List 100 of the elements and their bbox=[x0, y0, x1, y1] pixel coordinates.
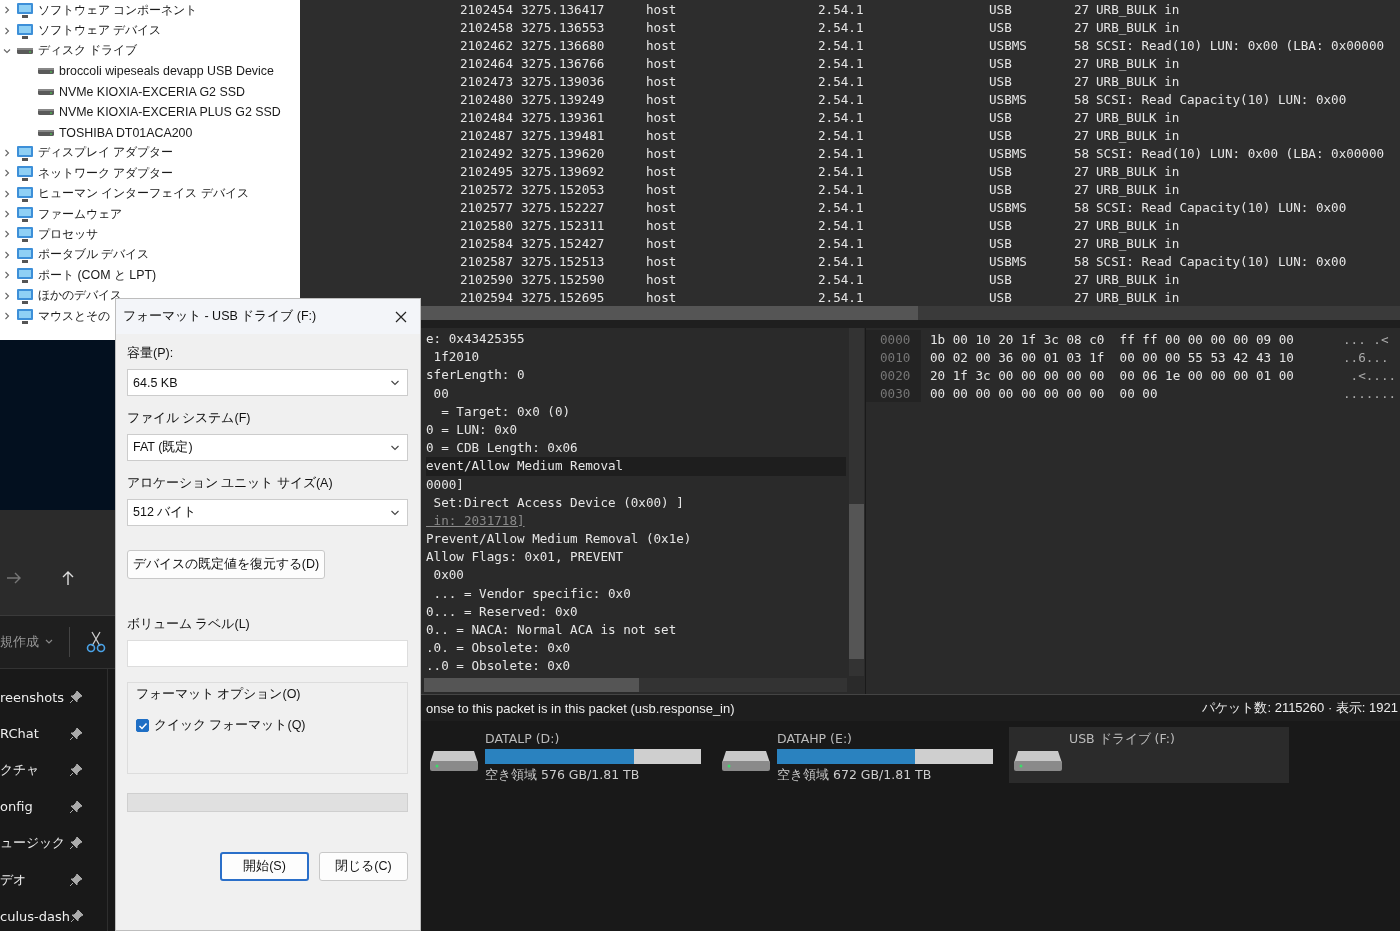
dialog-button[interactable]: 開始(S) bbox=[220, 852, 309, 881]
drive-name: USB ドライブ (F:) bbox=[1069, 731, 1175, 748]
pin-icon[interactable] bbox=[69, 763, 83, 778]
table-cell-text: 58 bbox=[1074, 199, 1091, 215]
hex-bytes-text: 00 02 00 36 00 01 03 1f 00 00 00 55 53 42 43 10 bbox=[930, 349, 1295, 365]
table-cell-text: USB bbox=[989, 109, 1013, 125]
restore-defaults-button[interactable]: デバイスの既定値を復元する(D) bbox=[127, 550, 325, 579]
chevron-icon[interactable] bbox=[2, 290, 12, 301]
pin-icon[interactable] bbox=[69, 690, 83, 705]
tree-item[interactable]: 0 = CDB Length: 0x06 bbox=[426, 439, 846, 458]
table-cell-text: 2.54.1 bbox=[818, 73, 865, 89]
tree-item[interactable]: sferLength: 0 bbox=[426, 366, 846, 385]
pin-icon[interactable] bbox=[69, 872, 83, 887]
chevron-icon[interactable] bbox=[2, 249, 12, 260]
chevron-icon[interactable] bbox=[2, 147, 12, 158]
close-icon[interactable] bbox=[394, 309, 408, 324]
field-label: ファイル システム(F) bbox=[127, 410, 252, 427]
tree-item[interactable]: 0... = Reserved: 0x0 bbox=[426, 602, 846, 621]
dialog-button[interactable]: 閉じる(C) bbox=[319, 852, 408, 881]
free-space-text: 空き領域 576 GB/1.81 TB bbox=[485, 767, 641, 784]
tree-item[interactable]: NVMe KIOXIA-EXCERIA PLUS G2 SSD bbox=[59, 105, 281, 120]
table-cell-text: 3275.139620 bbox=[520, 145, 606, 161]
pin-icon[interactable] bbox=[69, 726, 83, 741]
table-cell-text: 2102495 bbox=[458, 163, 513, 179]
chevron-icon[interactable] bbox=[2, 229, 12, 240]
tree-item[interactable]: 0x00 bbox=[426, 566, 846, 585]
table-cell-text: 3275.152427 bbox=[520, 235, 606, 251]
sidebar-item[interactable]: culus-dash bbox=[0, 908, 70, 924]
tree-item[interactable]: TOSHIBA DT01ACA200 bbox=[59, 125, 193, 140]
tree-item[interactable]: マウスとその bbox=[38, 307, 110, 325]
tree-item[interactable]: ポータブル デバイス bbox=[38, 246, 150, 264]
tree-item[interactable]: ディスプレイ アダプター bbox=[38, 144, 174, 162]
dropdown[interactable]: 512 バイト bbox=[127, 499, 408, 526]
tree-item[interactable]: 0000] bbox=[426, 475, 846, 494]
packet-count-text: パケット数: 2115260 · 表示: 1921 bbox=[1202, 699, 1398, 717]
pin-icon[interactable] bbox=[69, 836, 83, 851]
hex-bytes-text: 00 00 00 00 00 00 00 00 00 00 bbox=[930, 385, 1159, 401]
sidebar-item[interactable]: onfig bbox=[0, 799, 33, 815]
checkbox[interactable] bbox=[136, 719, 149, 732]
tree-item[interactable]: broccoli wipeseals devapp USB Device bbox=[59, 64, 274, 79]
sidebar-item[interactable]: デオ bbox=[0, 870, 26, 889]
field-label: 容量(P): bbox=[127, 345, 175, 362]
tree-item[interactable]: ソフトウェア コンポーネント bbox=[38, 1, 198, 19]
tree-item[interactable]: e: 0x43425355 bbox=[426, 330, 846, 349]
tree-item[interactable]: Set:Direct Access Device (0x00) ] bbox=[426, 493, 846, 512]
dropdown[interactable]: 64.5 KB bbox=[127, 369, 408, 396]
chevron-icon[interactable] bbox=[2, 209, 12, 220]
tree-item[interactable]: Allow Flags: 0x01, PREVENT bbox=[426, 548, 846, 567]
sidebar-item[interactable]: クチャ bbox=[0, 761, 39, 780]
dropdown[interactable]: FAT (既定) bbox=[127, 434, 408, 461]
drive-tile[interactable]: USB ドライブ (F:) bbox=[1009, 727, 1289, 783]
tree-item[interactable]: ... = Vendor specific: 0x0 bbox=[426, 584, 846, 603]
tree-item[interactable]: ヒューマン インターフェイス デバイス bbox=[38, 185, 249, 203]
drive-tile[interactable]: DATALP (D:) 空き領域 576 GB/1.81 TB bbox=[425, 727, 705, 783]
tree-item[interactable]: ネットワーク アダプター bbox=[38, 164, 174, 182]
tree-item[interactable]: = Target: 0x0 (0) bbox=[426, 402, 846, 421]
tree-item[interactable]: Prevent/Allow Medium Removal (0x1e) bbox=[426, 530, 846, 549]
tree-item[interactable]: ..0 = Obsolete: 0x0 bbox=[426, 657, 846, 676]
checkbox-label[interactable]: クイック フォーマット(Q) bbox=[154, 717, 306, 734]
table-cell-text: 58 bbox=[1074, 145, 1091, 161]
tree-item[interactable]: .0. = Obsolete: 0x0 bbox=[426, 639, 846, 658]
pin-icon[interactable] bbox=[69, 799, 83, 814]
tree-item[interactable]: ディスク ドライブ bbox=[38, 42, 138, 60]
cut-icon[interactable] bbox=[86, 631, 106, 653]
chevron-icon[interactable] bbox=[2, 5, 12, 16]
input-field[interactable] bbox=[127, 640, 408, 667]
tree-item[interactable]: NVMe KIOXIA-EXCERIA G2 SSD bbox=[59, 84, 245, 99]
chevron-icon[interactable] bbox=[2, 168, 12, 179]
tree-item[interactable]: ファームウェア bbox=[38, 205, 122, 223]
tree-item[interactable]: 0 = LUN: 0x0 bbox=[426, 420, 846, 440]
table-cell-text: 2102487 bbox=[458, 127, 513, 143]
tree-item[interactable]: event/Allow Medium Removal bbox=[426, 457, 846, 476]
sidebar-item[interactable]: reenshots bbox=[0, 689, 65, 705]
new-button[interactable]: 規作成 bbox=[0, 633, 39, 651]
sidebar-item[interactable]: ュージック bbox=[0, 834, 65, 853]
chevron-icon[interactable] bbox=[2, 188, 12, 199]
device-category-icon bbox=[16, 286, 34, 305]
tree-item[interactable]: ポート (COM と LPT) bbox=[38, 266, 157, 284]
table-cell-text: 2.54.1 bbox=[818, 127, 865, 143]
pin-icon[interactable] bbox=[69, 909, 84, 924]
sidebar-item[interactable]: RChat bbox=[0, 726, 39, 742]
table-cell-text: 2102584 bbox=[458, 235, 513, 251]
table-cell: SCSI: Read(10) LUN: 0x00 (LBA: 0x00000 bbox=[1096, 37, 1385, 53]
table-cell: SCSI: Read Capacity(10) LUN: 0x00 bbox=[1096, 91, 1347, 107]
drive-tile[interactable]: DATAHP (E:) 空き領域 672 GB/1.81 TB bbox=[717, 727, 997, 783]
chevron-icon[interactable] bbox=[2, 311, 12, 322]
tree-item[interactable]: プロセッサ bbox=[38, 226, 98, 243]
scrollbar[interactable] bbox=[424, 678, 847, 692]
tree-item[interactable]: 0.. = NACA: Normal ACA is not set bbox=[426, 621, 846, 640]
tree-item[interactable]: ソフトウェア デバイス bbox=[38, 22, 162, 40]
tree-item[interactable]: 1f2010 bbox=[426, 348, 846, 367]
table-cell-text: 2.54.1 bbox=[818, 253, 865, 269]
chevron-icon[interactable] bbox=[2, 25, 12, 36]
scrollbar[interactable] bbox=[849, 328, 864, 676]
table-cell-text: 27 bbox=[1074, 181, 1091, 197]
table-cell-text: 2102458 bbox=[458, 19, 513, 35]
table-cell-text: 2102594 bbox=[458, 289, 513, 305]
chevron-icon[interactable] bbox=[2, 270, 12, 281]
link[interactable]: in: 2031718] bbox=[426, 511, 846, 531]
tree-item[interactable]: 00 bbox=[426, 384, 846, 403]
